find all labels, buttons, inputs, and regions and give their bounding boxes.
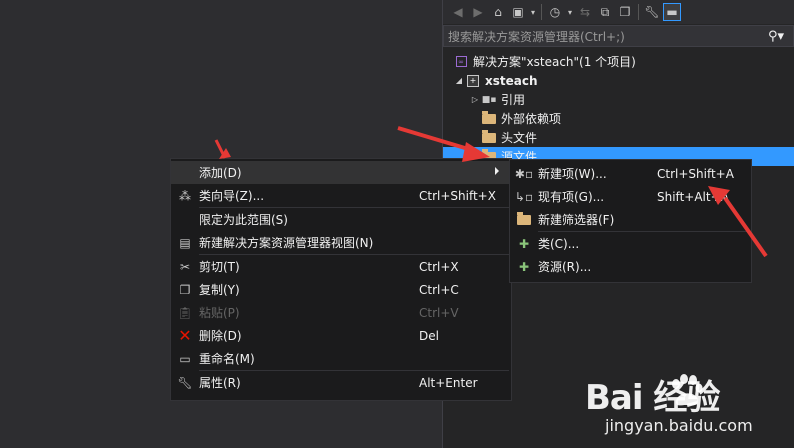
- menu-item-label: 剪切(T): [199, 260, 240, 274]
- properties-wrench-icon[interactable]: 🔧︎: [643, 3, 661, 21]
- tree-item-header-files[interactable]: 头文件: [443, 128, 794, 147]
- tree-item-label: xsteach: [485, 73, 538, 88]
- menu-item-add[interactable]: 添加(D): [171, 161, 511, 184]
- menu-item-class[interactable]: ✚ 类(C)...: [510, 232, 751, 255]
- menu-item-class-wizard[interactable]: ⁂ 类向导(Z)... Ctrl+Shift+X: [171, 184, 511, 207]
- solution-tree: ∞ 解决方案"xsteach"(1 个项目) ◢ + xsteach ▷ ■▪ …: [443, 52, 794, 166]
- tree-item-label: 外部依赖项: [501, 112, 562, 126]
- submenu-arrow-icon: [495, 167, 499, 175]
- solution-explorer-toolbar: ◀ ▶ ⌂ ▣ ▾ ◷ ▾ ⇆ ⧉ ❐ 🔧︎ ▬: [443, 0, 794, 24]
- tree-item-label: 解决方案"xsteach"(1 个项目): [473, 55, 636, 69]
- menu-item-existing-item[interactable]: ↳▫ 现有项(G)... Shift+Alt+A: [510, 185, 751, 208]
- menu-item-new-filter[interactable]: 新建筛选器(F): [510, 208, 751, 231]
- menu-item-label: 新建筛选器(F): [538, 213, 615, 227]
- toolbar-separator: [541, 4, 542, 20]
- menu-item-delete[interactable]: ✕ 删除(D) Del: [171, 324, 511, 347]
- expanded-arrow-icon[interactable]: ◢: [453, 76, 465, 85]
- tree-item-solution[interactable]: ∞ 解决方案"xsteach"(1 个项目): [443, 52, 794, 71]
- tree-item-project[interactable]: ◢ + xsteach: [443, 71, 794, 90]
- menu-item-label: 粘贴(P): [199, 306, 240, 320]
- back-icon[interactable]: ◀: [449, 3, 467, 21]
- menu-item-shortcut: Ctrl+C: [419, 282, 459, 297]
- existing-item-icon: ↳▫: [514, 189, 534, 204]
- project-icon: +: [465, 74, 481, 88]
- switch-views-icon[interactable]: ▣: [509, 3, 527, 21]
- add-submenu: ✱▫ 新建项(W)... Ctrl+Shift+A ↳▫ 现有项(G)... S…: [509, 159, 752, 283]
- class-wizard-icon: ⁂: [179, 188, 191, 203]
- menu-item-label: 新建解决方案资源管理器视图(N): [199, 236, 374, 250]
- wrench-icon: 🔧︎: [177, 375, 193, 390]
- new-view-icon: ▤: [179, 235, 191, 250]
- menu-item-scope-to-this[interactable]: 限定为此范围(S): [171, 208, 511, 231]
- menu-item-new-item[interactable]: ✱▫ 新建项(W)... Ctrl+Shift+A: [510, 162, 751, 185]
- tree-item-label: 头文件: [501, 131, 538, 145]
- menu-item-new-se-view[interactable]: ▤ 新建解决方案资源管理器视图(N): [171, 231, 511, 254]
- paste-icon: 📋︎: [177, 305, 193, 320]
- home-icon[interactable]: ⌂: [489, 3, 507, 21]
- dropdown-chevron-icon[interactable]: ▾: [566, 3, 574, 21]
- menu-item-rename[interactable]: ▭ 重命名(M): [171, 347, 511, 370]
- menu-item-shortcut: Shift+Alt+A: [657, 189, 729, 204]
- add-resource-icon: ✚: [518, 259, 530, 274]
- menu-item-shortcut: Alt+Enter: [419, 375, 478, 390]
- collapse-all-icon[interactable]: ⧉: [596, 3, 614, 21]
- dropdown-chevron-icon[interactable]: ▾: [529, 3, 537, 21]
- menu-item-shortcut: Del: [419, 328, 439, 343]
- menu-item-cut[interactable]: ✂ 剪切(T) Ctrl+X: [171, 255, 511, 278]
- menu-item-properties[interactable]: 🔧︎ 属性(R) Alt+Enter: [171, 371, 511, 394]
- menu-item-label: 新建项(W)...: [538, 167, 607, 181]
- pending-changes-icon[interactable]: ◷: [546, 3, 564, 21]
- menu-item-label: 添加(D): [199, 166, 242, 180]
- menu-item-label: 限定为此范围(S): [199, 213, 288, 227]
- search-icon[interactable]: ⚲▾: [759, 29, 793, 44]
- collapsed-arrow-icon[interactable]: ▷: [469, 95, 481, 104]
- tree-item-external-deps[interactable]: 外部依赖项: [443, 109, 794, 128]
- rename-icon: ▭: [179, 351, 191, 366]
- copy-icon: ❐: [179, 282, 191, 297]
- folder-icon: [481, 129, 497, 145]
- tree-item-references[interactable]: ▷ ■▪ 引用: [443, 90, 794, 109]
- folder-icon: [481, 110, 497, 126]
- context-menu: 添加(D) ⁂ 类向导(Z)... Ctrl+Shift+X 限定为此范围(S)…: [170, 158, 512, 401]
- toolbar-separator: [638, 4, 639, 20]
- menu-item-shortcut: Ctrl+Shift+A: [657, 166, 734, 181]
- references-icon: ■▪: [481, 94, 497, 105]
- add-class-icon: ✚: [518, 236, 530, 251]
- menu-item-copy[interactable]: ❐ 复制(Y) Ctrl+C: [171, 278, 511, 301]
- scissors-icon: ✂: [179, 259, 191, 274]
- menu-item-label: 复制(Y): [199, 283, 240, 297]
- menu-item-resource[interactable]: ✚ 资源(R)...: [510, 255, 751, 278]
- delete-x-icon: ✕: [178, 326, 192, 345]
- watermark-url: jingyan.baidu.com: [605, 416, 753, 435]
- menu-item-label: 现有项(G)...: [538, 190, 605, 204]
- menu-item-label: 删除(D): [199, 329, 242, 343]
- solution-icon: ∞: [453, 55, 469, 69]
- menu-item-label: 重命名(M): [199, 352, 255, 366]
- forward-icon[interactable]: ▶: [469, 3, 487, 21]
- menu-item-shortcut: Ctrl+Shift+X: [419, 188, 496, 203]
- menu-item-shortcut: Ctrl+V: [419, 305, 459, 320]
- new-item-icon: ✱▫: [514, 166, 534, 181]
- menu-item-shortcut: Ctrl+X: [419, 259, 459, 274]
- paw-logo-icon: [672, 374, 703, 406]
- menu-item-label: 类向导(Z)...: [199, 189, 265, 203]
- menu-item-paste: 📋︎ 粘贴(P) Ctrl+V: [171, 301, 511, 324]
- tree-item-label: 引用: [501, 93, 526, 107]
- search-input[interactable]: 搜索解决方案资源管理器(Ctrl+;): [444, 28, 759, 45]
- show-all-files-icon[interactable]: ❐: [616, 3, 634, 21]
- menu-item-label: 资源(R)...: [538, 260, 592, 274]
- new-filter-folder-icon: [510, 211, 538, 225]
- solution-explorer-search[interactable]: 搜索解决方案资源管理器(Ctrl+;) ⚲▾: [443, 25, 794, 47]
- menu-item-label: 类(C)...: [538, 237, 580, 251]
- baidu-jingyan-watermark: Bai 经验 jingyan.baidu.com: [585, 370, 785, 440]
- preview-selected-icon[interactable]: ▬: [663, 3, 681, 21]
- menu-item-label: 属性(R): [199, 376, 241, 390]
- sync-icon[interactable]: ⇆: [576, 3, 594, 21]
